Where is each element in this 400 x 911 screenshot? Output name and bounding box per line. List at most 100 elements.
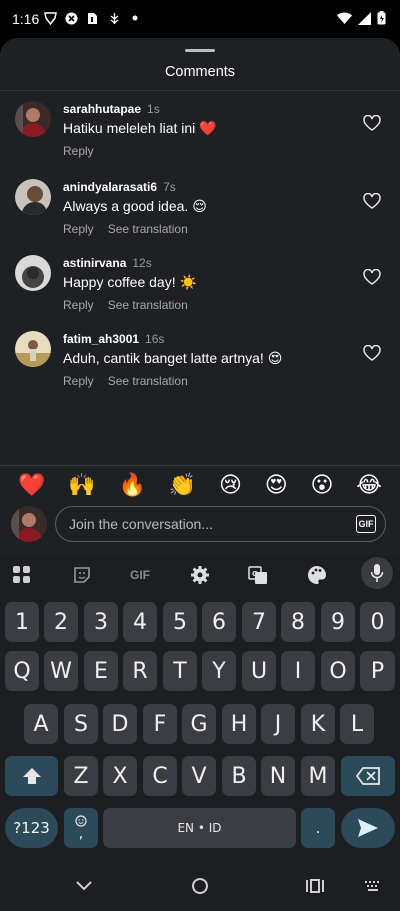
key-l[interactable]: L <box>340 704 374 744</box>
key-m[interactable]: M <box>301 756 335 796</box>
key-3[interactable]: 3 <box>84 602 118 642</box>
apps-grid-icon[interactable] <box>7 560 37 590</box>
key-o[interactable]: O <box>321 651 355 691</box>
comma-label: , <box>78 826 84 842</box>
comment-item: astinirvana 12s Happy coffee day! ☀️ Repl… <box>0 255 400 325</box>
key-j[interactable]: J <box>261 704 295 744</box>
key-7[interactable]: 7 <box>242 602 276 642</box>
gif-button[interactable]: GIF <box>356 515 376 533</box>
comment-username-text[interactable]: sarahhutapae <box>63 102 141 116</box>
key-z[interactable]: Z <box>64 756 98 796</box>
like-heart-icon[interactable] <box>363 192 381 209</box>
key-e[interactable]: E <box>84 651 118 691</box>
key-y[interactable]: Y <box>202 651 236 691</box>
nav-recents-icon[interactable] <box>305 876 325 896</box>
key-6[interactable]: 6 <box>202 602 236 642</box>
comment-input[interactable]: Join the conversation... GIF <box>55 506 386 542</box>
comment-username-text[interactable]: fatim_ah3001 <box>63 332 139 346</box>
settings-gear-icon[interactable] <box>185 560 215 590</box>
comment-username[interactable]: sarahhutapae 1s <box>63 102 160 116</box>
voice-input-mic-icon[interactable] <box>361 557 393 589</box>
reaction-surprised[interactable]: 😮 <box>310 472 333 498</box>
key-g[interactable]: G <box>182 704 216 744</box>
key-k[interactable]: K <box>301 704 335 744</box>
reply-button[interactable]: Reply <box>63 298 94 312</box>
key-5[interactable]: 5 <box>163 602 197 642</box>
key-h[interactable]: H <box>222 704 256 744</box>
key-n[interactable]: N <box>261 756 295 796</box>
key-b[interactable]: B <box>222 756 256 796</box>
reaction-heart-eyes[interactable]: 😍 <box>265 472 288 498</box>
key-1[interactable]: 1 <box>5 602 39 642</box>
comment-username[interactable]: fatim_ah3001 16s <box>63 332 164 346</box>
reaction-laughing[interactable]: 😂 <box>356 472 382 498</box>
reply-button[interactable]: Reply <box>63 222 94 236</box>
see-translation-button[interactable]: See translation <box>108 298 188 312</box>
comment-item: anindyalarasati6 7s Always a good idea. 😌… <box>0 179 400 249</box>
translate-icon[interactable]: G <box>243 560 273 590</box>
key-d[interactable]: D <box>103 704 137 744</box>
emoji-comma-key[interactable]: , <box>64 808 98 848</box>
reaction-fire[interactable]: 🔥 <box>118 472 145 498</box>
key-u[interactable]: U <box>242 651 276 691</box>
reaction-raised-hands[interactable]: 🙌 <box>68 472 95 498</box>
like-heart-icon[interactable] <box>363 114 381 131</box>
sheet-drag-handle[interactable] <box>185 49 215 52</box>
key-f[interactable]: F <box>143 704 177 744</box>
keyboard-gif-button[interactable]: GIF <box>125 560 155 590</box>
avatar[interactable] <box>15 179 51 215</box>
key-w[interactable]: W <box>44 651 78 691</box>
key-r[interactable]: R <box>123 651 157 691</box>
key-t[interactable]: T <box>163 651 197 691</box>
key-0[interactable]: 0 <box>360 602 395 642</box>
nav-home-icon[interactable] <box>190 876 210 896</box>
reaction-crying[interactable]: 😢 <box>219 472 242 498</box>
comment-username-text[interactable]: astinirvana <box>63 256 126 270</box>
theme-palette-icon[interactable] <box>302 560 332 590</box>
key-9[interactable]: 9 <box>321 602 355 642</box>
comment-username[interactable]: anindyalarasati6 7s <box>63 180 176 194</box>
backspace-key[interactable] <box>341 756 395 796</box>
comment-composer-bar: ❤️ 🙌 🔥 👏 😢 😍 😮 😂 Join the conversation..… <box>0 465 400 555</box>
like-heart-icon[interactable] <box>363 268 381 285</box>
comment-username-text[interactable]: anindyalarasati6 <box>63 180 157 194</box>
period-key[interactable]: . <box>301 808 335 848</box>
send-key[interactable] <box>341 808 395 848</box>
key-4[interactable]: 4 <box>123 602 157 642</box>
reaction-heart[interactable]: ❤️ <box>18 472 45 498</box>
nav-back-chevron-icon[interactable] <box>74 876 94 896</box>
comment-timestamp: 7s <box>163 180 176 194</box>
symbols-key[interactable]: ?123 <box>5 808 58 848</box>
key-s[interactable]: S <box>64 704 98 744</box>
comment-item: fatim_ah3001 16s Aduh, cantik banget latt… <box>0 331 400 401</box>
battery-charging-icon <box>377 11 386 30</box>
send-arrow-icon <box>358 819 378 837</box>
comment-timestamp: 16s <box>145 332 165 346</box>
shift-key[interactable] <box>5 756 58 796</box>
key-a[interactable]: A <box>24 704 58 744</box>
key-8[interactable]: 8 <box>281 602 315 642</box>
key-v[interactable]: V <box>182 756 216 796</box>
usb-debug-icon <box>107 11 121 25</box>
key-x[interactable]: X <box>103 756 137 796</box>
key-2[interactable]: 2 <box>44 602 78 642</box>
avatar[interactable] <box>15 331 51 367</box>
space-bar[interactable]: EN • ID <box>103 808 296 848</box>
avatar[interactable] <box>15 255 51 291</box>
reply-button[interactable]: Reply <box>63 374 94 388</box>
sticker-icon[interactable] <box>67 560 97 590</box>
key-c[interactable]: C <box>143 756 177 796</box>
key-i[interactable]: I <box>281 651 315 691</box>
see-translation-button[interactable]: See translation <box>108 374 188 388</box>
avatar[interactable] <box>15 101 51 137</box>
key-q[interactable]: Q <box>5 651 39 691</box>
reply-button[interactable]: Reply <box>63 144 94 158</box>
comment-input-placeholder: Join the conversation... <box>69 516 213 532</box>
reaction-clap[interactable]: 👏 <box>169 472 196 498</box>
like-heart-icon[interactable] <box>363 344 381 361</box>
svg-text:G: G <box>252 570 258 578</box>
key-p[interactable]: P <box>360 651 395 691</box>
comment-username[interactable]: astinirvana 12s <box>63 256 152 270</box>
see-translation-button[interactable]: See translation <box>108 222 188 236</box>
keyboard-switcher-icon[interactable] <box>363 876 383 896</box>
